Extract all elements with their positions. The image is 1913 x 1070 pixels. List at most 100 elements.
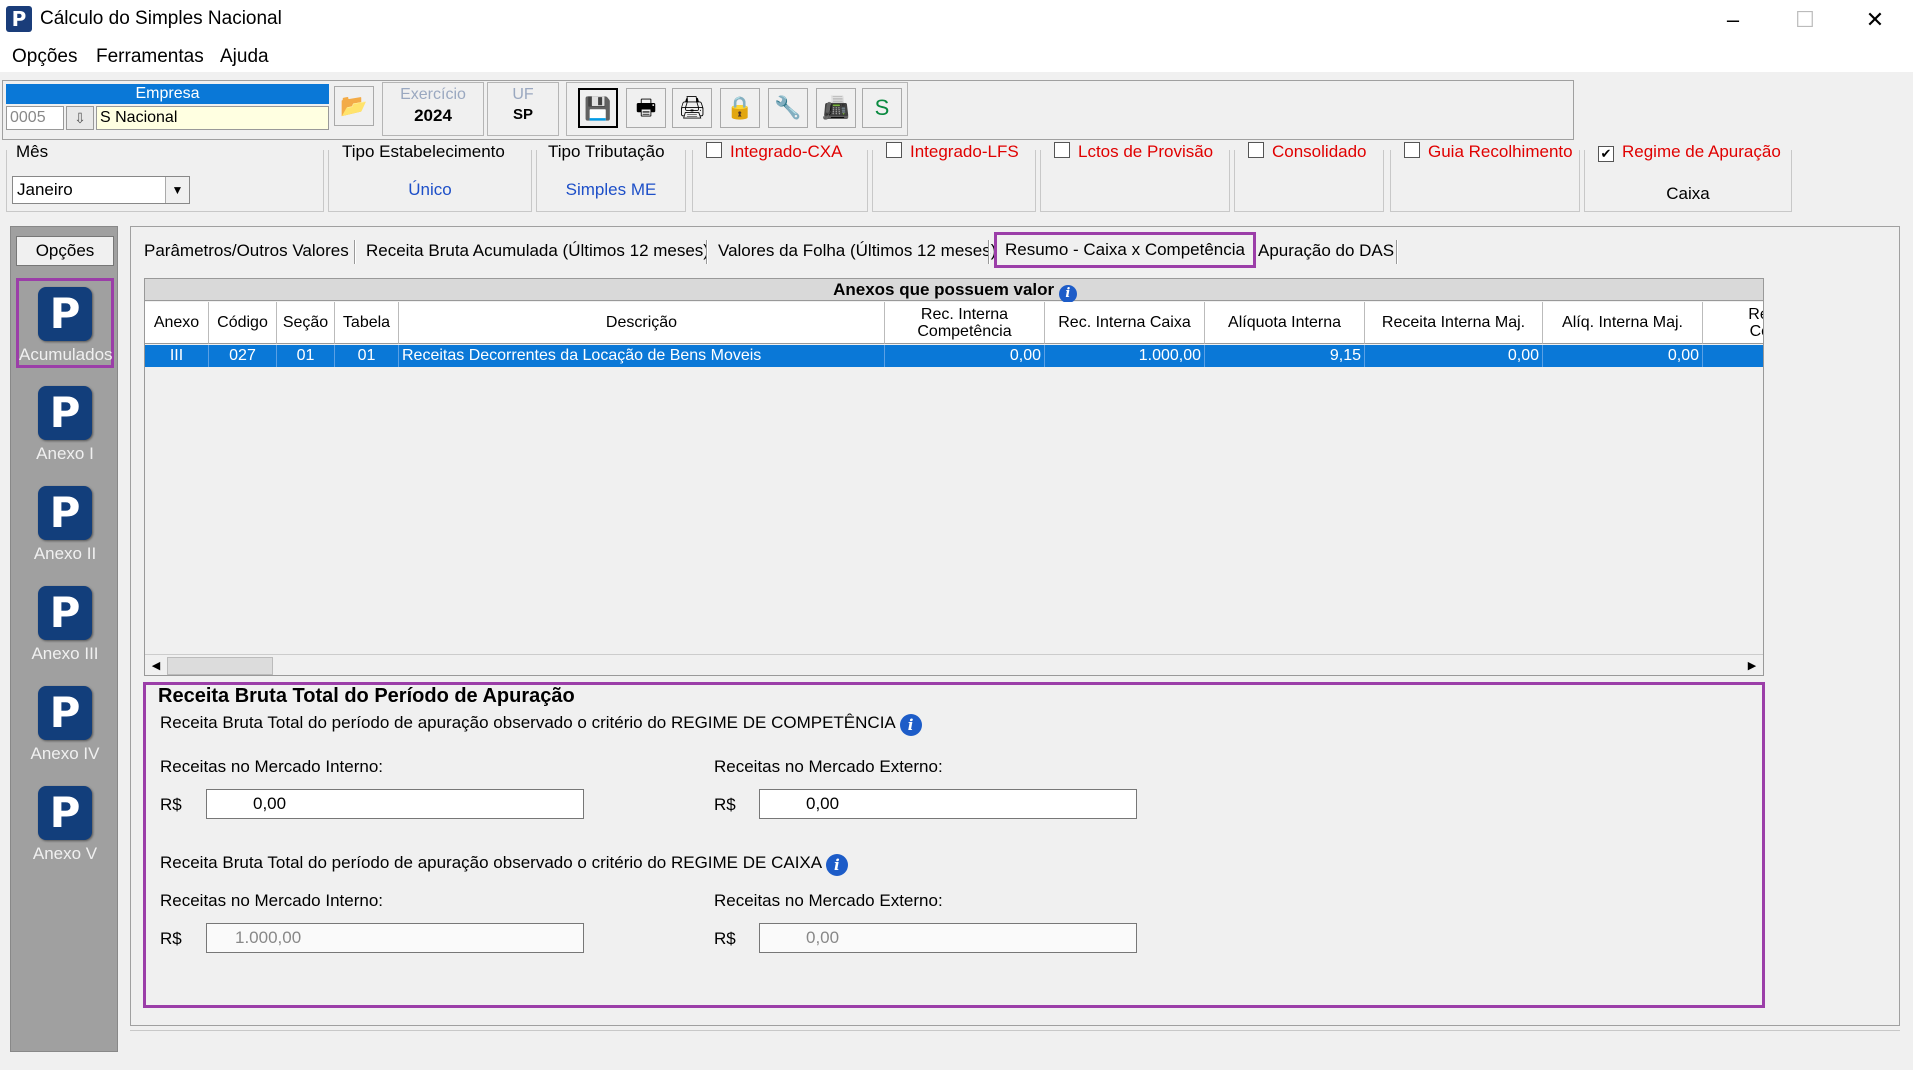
tipo-tributacao-value: Simples ME bbox=[565, 180, 657, 199]
guia-recolhimento-group: Guia Recolhimento bbox=[1390, 142, 1580, 212]
checkbox-icon[interactable] bbox=[706, 142, 722, 158]
regime-apuracao-group: ✔ Regime de Apuração Caixa bbox=[1584, 142, 1792, 212]
scrollbar-thumb[interactable] bbox=[167, 657, 273, 675]
col-header-descricao[interactable]: Descrição bbox=[399, 302, 885, 344]
col-header-tabela[interactable]: Tabela bbox=[335, 302, 399, 344]
lctos-provisao-checkbox[interactable]: Lctos de Provisão bbox=[1051, 142, 1217, 162]
caixa-interno-label: Receitas no Mercado Interno: bbox=[160, 891, 384, 910]
chevron-down-icon[interactable]: ▼ bbox=[165, 177, 189, 203]
checkbox-icon[interactable] bbox=[1054, 142, 1070, 158]
check-icon[interactable]: ✔ bbox=[1598, 146, 1614, 162]
consolidado-checkbox[interactable]: Consolidado bbox=[1245, 142, 1370, 162]
sidebar-item-anexo-ii[interactable]: P Anexo II bbox=[16, 480, 114, 570]
p-logo-icon: P bbox=[38, 786, 92, 840]
empresa-name-input[interactable]: S Nacional bbox=[96, 106, 329, 130]
sidebar-item-anexo-iv[interactable]: P Anexo IV bbox=[16, 680, 114, 770]
info-icon[interactable]: i bbox=[825, 854, 848, 876]
menu-ajuda[interactable]: Ajuda bbox=[220, 46, 269, 68]
col-header-aliq-interna-maj[interactable]: Alíq. Interna Maj. bbox=[1543, 302, 1703, 344]
tab-parametros[interactable]: Parâmetros/Outros Valores bbox=[144, 236, 349, 266]
empresa-lookup-button[interactable]: ⇩ bbox=[66, 106, 94, 130]
comp-interno-field[interactable]: 0,00 bbox=[206, 789, 584, 819]
table-cell-tabela[interactable]: 01 bbox=[335, 345, 399, 367]
competencia-description: Receita Bruta Total do período de apuraç… bbox=[160, 713, 922, 736]
exercicio-box: Exercício 2024 bbox=[382, 82, 484, 136]
tab-resumo-caixa-competencia[interactable]: Resumo - Caixa x Competência bbox=[994, 232, 1256, 268]
table-cell-rec-cor[interactable] bbox=[1703, 345, 1763, 367]
table-cell-aliquota-interna[interactable]: 9,15 bbox=[1205, 345, 1365, 367]
print-preview-icon[interactable]: 🖨 bbox=[672, 88, 712, 128]
mes-value: Janeiro bbox=[17, 180, 73, 199]
menu-ferramentas[interactable]: Ferramentas bbox=[96, 46, 204, 68]
close-button[interactable]: ✕ bbox=[1840, 0, 1910, 40]
receita-bruta-total-group: Receita Bruta Total do Período de Apuraç… bbox=[143, 682, 1765, 1008]
save-icon[interactable]: 💾 bbox=[578, 88, 618, 128]
integrado-cxa-checkbox[interactable]: Integrado-CXA bbox=[703, 142, 846, 162]
table-cell-aliq-interna-maj[interactable]: 0,00 bbox=[1543, 345, 1703, 367]
comp-externo-label: Receitas no Mercado Externo: bbox=[714, 757, 943, 776]
currency-label: R$ bbox=[714, 795, 736, 814]
horizontal-scrollbar[interactable]: ◀ ▶ bbox=[145, 654, 1763, 675]
anexos-grid: Anexos que possuem valor i Anexo Código … bbox=[144, 278, 1764, 676]
checkbox-icon[interactable] bbox=[886, 142, 902, 158]
open-folder-button[interactable]: 📂 bbox=[334, 86, 374, 126]
col-header-secao[interactable]: Seção bbox=[277, 302, 335, 344]
tipo-estabelecimento-value: Único bbox=[408, 180, 452, 199]
col-header-rec-cor[interactable]: Rec Cor bbox=[1703, 302, 1763, 344]
menu-bar: Opções Ferramentas Ajuda bbox=[0, 40, 1913, 72]
p-logo-icon: P bbox=[38, 686, 92, 740]
col-header-codigo[interactable]: Código bbox=[209, 302, 277, 344]
col-header-aliquota-interna[interactable]: Alíquota Interna bbox=[1205, 302, 1365, 344]
status-bar bbox=[130, 1030, 1900, 1054]
fax-icon[interactable]: 📠 bbox=[816, 88, 856, 128]
menu-opcoes[interactable]: Opções bbox=[12, 46, 77, 68]
sidebar-item-label: Anexo II bbox=[33, 544, 97, 563]
mes-select[interactable]: Janeiro ▼ bbox=[12, 176, 190, 204]
sidebar-item-anexo-i[interactable]: P Anexo I bbox=[16, 380, 114, 470]
comp-interno-label: Receitas no Mercado Interno: bbox=[160, 757, 384, 776]
table-cell-receita-interna-maj[interactable]: 0,00 bbox=[1365, 345, 1543, 367]
table-cell-descricao[interactable]: Receitas Decorrentes da Locação de Bens … bbox=[399, 345, 885, 367]
scroll-left-icon[interactable]: ◀ bbox=[147, 657, 165, 675]
opcoes-button[interactable]: Opções bbox=[16, 236, 114, 266]
tab-receita-bruta-acumulada[interactable]: Receita Bruta Acumulada (Últimos 12 mese… bbox=[366, 236, 709, 266]
tab-valores-folha[interactable]: Valores da Folha (Últimos 12 meses) bbox=[718, 236, 996, 266]
checkbox-icon[interactable] bbox=[1248, 142, 1264, 158]
info-icon[interactable]: i bbox=[1058, 285, 1077, 303]
regime-apuracao-checkbox[interactable]: ✔ Regime de Apuração bbox=[1595, 142, 1784, 162]
tools-icon[interactable]: 🔧 bbox=[768, 88, 808, 128]
col-header-anexo[interactable]: Anexo bbox=[145, 302, 209, 344]
sidebar-item-acumulados[interactable]: P Acumulados bbox=[16, 278, 114, 368]
table-cell-secao[interactable]: 01 bbox=[277, 345, 335, 367]
caixa-interno-field: 1.000,00 bbox=[206, 923, 584, 953]
lock-icon[interactable]: 🔒 bbox=[720, 88, 760, 128]
tipo-estabelecimento-group: Tipo Estabelecimento Único bbox=[328, 142, 532, 212]
tab-apuracao-das[interactable]: Apuração do DAS bbox=[1258, 236, 1394, 266]
info-icon[interactable]: i bbox=[899, 714, 922, 736]
sidebar-item-anexo-v[interactable]: P Anexo V bbox=[16, 780, 114, 870]
table-cell-rec-interna-competencia[interactable]: 0,00 bbox=[885, 345, 1045, 367]
table-cell-anexo[interactable]: III bbox=[145, 345, 209, 367]
caixa-description: Receita Bruta Total do período de apuraç… bbox=[160, 853, 848, 876]
comp-externo-field[interactable]: 0,00 bbox=[759, 789, 1137, 819]
scroll-right-icon[interactable]: ▶ bbox=[1743, 657, 1761, 675]
col-header-receita-interna-maj[interactable]: Receita Interna Maj. bbox=[1365, 302, 1543, 344]
integrado-lfs-checkbox[interactable]: Integrado-LFS bbox=[883, 142, 1022, 162]
sync-icon[interactable]: S bbox=[862, 88, 902, 128]
col-header-rec-interna-caixa[interactable]: Rec. Interna Caixa bbox=[1045, 302, 1205, 344]
table-cell-rec-interna-caixa[interactable]: 1.000,00 bbox=[1045, 345, 1205, 367]
table-cell-codigo[interactable]: 027 bbox=[209, 345, 277, 367]
empresa-code-input[interactable]: 0005 bbox=[6, 106, 64, 130]
guia-recolhimento-checkbox[interactable]: Guia Recolhimento bbox=[1401, 142, 1576, 162]
currency-label: R$ bbox=[714, 929, 736, 948]
minimize-button[interactable]: – bbox=[1698, 0, 1768, 40]
print-icon[interactable]: 🖶 bbox=[626, 88, 666, 128]
col-header-rec-interna-competencia[interactable]: Rec. Interna Competência bbox=[885, 302, 1045, 344]
sidebar-item-label: Anexo III bbox=[31, 644, 99, 663]
p-logo-icon: P bbox=[38, 486, 92, 540]
sidebar-item-anexo-iii[interactable]: P Anexo III bbox=[16, 580, 114, 670]
checkbox-icon[interactable] bbox=[1404, 142, 1420, 158]
regime-apuracao-value: Caixa bbox=[1666, 184, 1710, 203]
grid-caption: Anexos que possuem valor i bbox=[145, 279, 1763, 303]
maximize-button[interactable]: ☐ bbox=[1770, 0, 1840, 40]
